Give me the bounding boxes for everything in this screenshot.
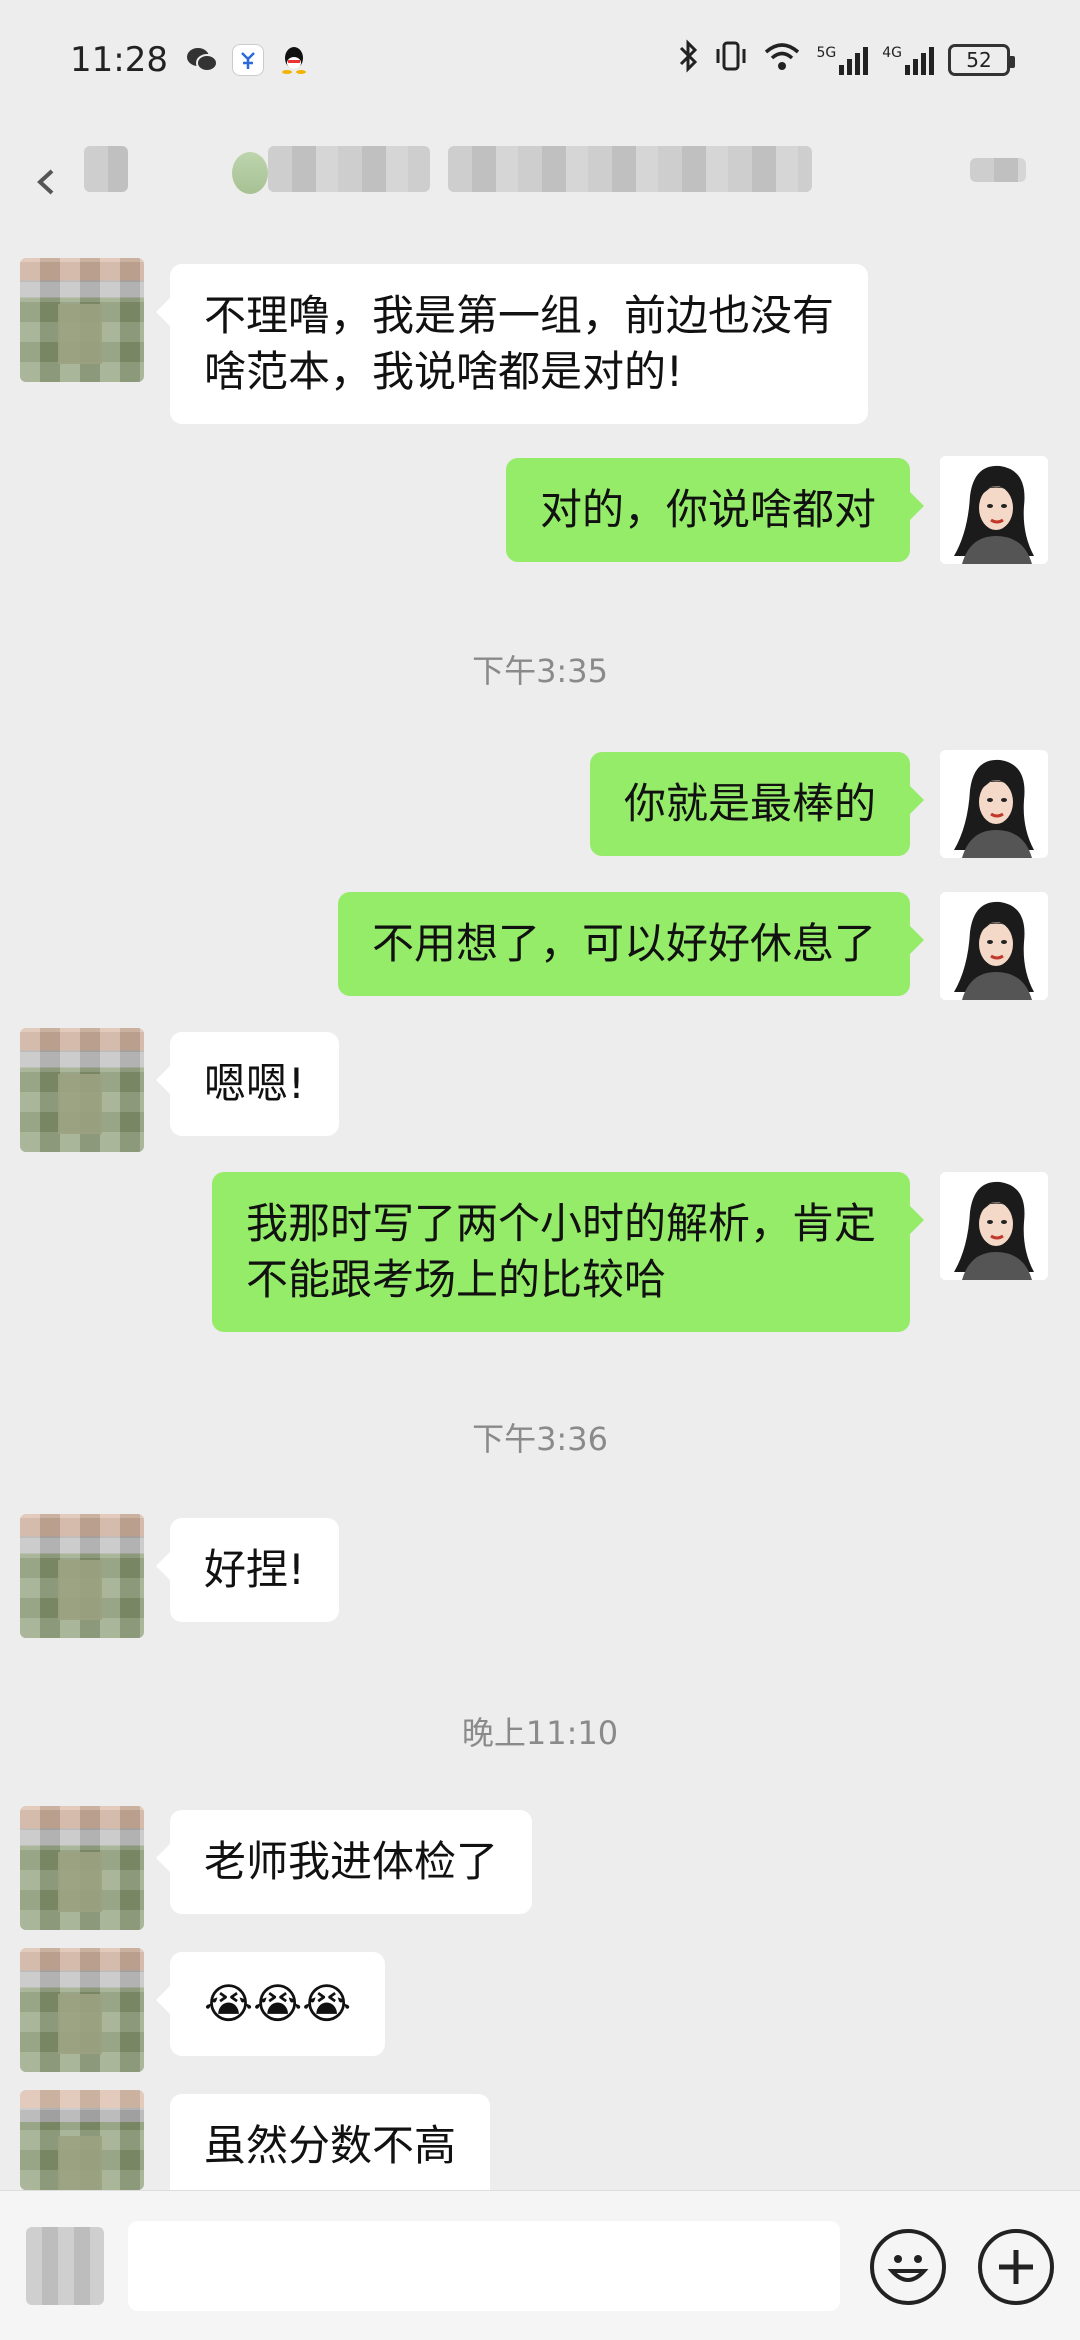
status-bar: 11:28 5G 4G 52 — [0, 0, 1080, 120]
message-bubble[interactable]: 我那时写了两个小时的解析，肯定 不能跟考场上的比较哈 — [211, 1172, 925, 1332]
wechat-icon — [186, 44, 218, 76]
add-button[interactable] — [978, 2229, 1054, 2305]
chat-header — [0, 120, 1080, 230]
message-line: 不理噜，我是第一组，前边也没有 — [204, 291, 835, 340]
message-bubble[interactable]: 😭😭😭 — [155, 1952, 386, 2056]
message-bubble[interactable]: 嗯嗯! — [156, 1032, 339, 1136]
friend-avatar[interactable] — [20, 1028, 144, 1152]
friend-avatar[interactable] — [20, 2090, 144, 2190]
signal-5g-icon: 5G — [816, 45, 869, 75]
message-bubble[interactable]: 老师我进体检了 — [155, 1810, 533, 1914]
message-bubble[interactable]: 你就是最棒的 — [589, 752, 925, 856]
my-avatar[interactable] — [940, 456, 1048, 564]
more-options-icon[interactable] — [970, 158, 1026, 182]
message-bubble[interactable]: 不理噜，我是第一组，前边也没有 啥范本，我说啥都是对的! — [155, 264, 869, 424]
battery-indicator: 52 — [948, 44, 1015, 76]
timestamp: 下午3:35 — [472, 652, 608, 690]
friend-avatar[interactable] — [20, 1948, 144, 2072]
back-button[interactable] — [34, 166, 56, 206]
header-subtitle-blur — [448, 146, 812, 192]
signal-4g-icon: 4G — [882, 45, 934, 75]
my-avatar[interactable] — [940, 1172, 1048, 1280]
message-bubble[interactable]: 不用想了，可以好好休息了 — [337, 892, 925, 996]
bluetooth-icon — [678, 39, 700, 81]
taobao-icon — [231, 44, 264, 76]
timestamp: 晚上11:10 — [461, 1714, 619, 1752]
friend-avatar[interactable] — [20, 1806, 144, 1930]
vibrate-icon — [714, 40, 748, 80]
status-time: 11:28 — [70, 40, 168, 80]
message-bubble[interactable]: 对的，你说啥都对 — [505, 458, 925, 562]
network-label-4g: 4G — [882, 45, 902, 61]
chat-message-list[interactable]: 不理噜，我是第一组，前边也没有 啥范本，我说啥都是对的! 对的，你说啥都对 下午… — [0, 230, 1080, 2190]
input-bar — [0, 2190, 1080, 2340]
wifi-icon — [762, 40, 802, 80]
emoji-button[interactable] — [870, 2229, 946, 2305]
message-bubble[interactable]: 虽然分数不高 — [170, 2094, 491, 2190]
message-line: 啥范本，我说啥都是对的! — [204, 347, 683, 396]
my-avatar[interactable] — [940, 892, 1048, 1000]
qq-icon — [278, 44, 310, 76]
message-bubble[interactable]: 好捏! — [156, 1518, 339, 1622]
message-input[interactable] — [128, 2221, 840, 2311]
header-avatar-blur — [232, 152, 268, 194]
my-avatar[interactable] — [940, 750, 1048, 858]
timestamp: 下午3:36 — [472, 1420, 608, 1458]
battery-level: 52 — [966, 48, 992, 72]
header-title-blur — [268, 146, 430, 192]
friend-avatar[interactable] — [20, 1514, 144, 1638]
notification-icons — [186, 44, 310, 76]
friend-avatar[interactable] — [20, 258, 144, 382]
message-line: 我那时写了两个小时的解析，肯定 — [245, 1199, 876, 1248]
status-right: 5G 4G 52 — [678, 39, 1015, 81]
network-label-5g: 5G — [816, 45, 837, 61]
header-blur-1 — [84, 146, 128, 192]
voice-toggle-icon[interactable] — [26, 2227, 104, 2305]
message-line: 不能跟考场上的比较哈 — [245, 1255, 666, 1304]
